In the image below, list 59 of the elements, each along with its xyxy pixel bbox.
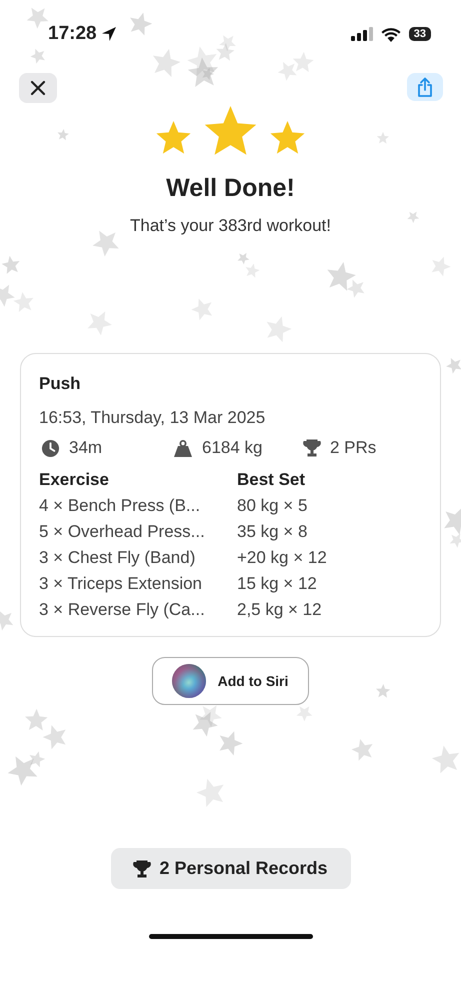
confetti-star [376, 132, 389, 144]
confetti-star [0, 284, 15, 307]
title: Well Done! [166, 174, 295, 203]
confetti-star [432, 746, 460, 774]
table-cell-text: 15 kg × 12 [237, 574, 318, 594]
personal-records-button[interactable]: 2 Personal Records [110, 848, 350, 889]
location-arrow-icon [100, 26, 117, 42]
table-cell-text: 3 × Reverse Fly (Ca... [39, 600, 206, 620]
confetti-star [296, 706, 312, 722]
share-icon [417, 77, 433, 97]
confetti-star [42, 725, 66, 750]
confetti-star [219, 35, 236, 52]
battery-level: 33 [408, 27, 431, 41]
table-cell-text: 5 × Overhead Press... [39, 522, 206, 542]
status-time: 17:28 [48, 23, 97, 45]
confetti-star [407, 212, 420, 224]
wifi-icon [380, 26, 401, 42]
weight-icon [173, 440, 193, 456]
confetti-star [30, 48, 45, 64]
trophy-icon [303, 439, 321, 457]
stat-value: 2 PRs [330, 438, 376, 458]
signal-icon [350, 27, 373, 41]
confetti-star [153, 48, 180, 77]
close-icon [30, 80, 46, 96]
confetti-star [13, 292, 34, 312]
confetti-star [220, 731, 243, 756]
table-cell-text: 3 × Triceps Extension [39, 574, 204, 594]
share-button[interactable] [407, 73, 443, 101]
column-header: Exercise [39, 470, 110, 490]
column-header: Best Set [237, 470, 306, 490]
confetti-star [0, 610, 14, 631]
confetti-star [25, 708, 48, 731]
confetti-star [130, 12, 152, 36]
confetti-star [192, 712, 218, 737]
clock-icon [41, 438, 60, 458]
confetti-star [246, 264, 260, 278]
trophy-icon [133, 860, 152, 878]
workout-date: 16:53, Thursday, 13 Mar 2025 [39, 408, 266, 428]
close-button[interactable] [19, 73, 57, 103]
table-cell-text: 4 × Bench Press (B... [39, 496, 202, 516]
siri-orb-icon [172, 664, 206, 698]
stat-value: 6184 kg [202, 438, 262, 458]
confetti-star [58, 128, 69, 140]
table-cell-text: +20 kg × 12 [237, 548, 328, 568]
confetti-star [92, 230, 119, 257]
confetti-star [446, 358, 461, 374]
table-cell-text: 80 kg × 5 [237, 496, 308, 516]
confetti-star [376, 684, 390, 698]
confetti-star [26, 8, 48, 29]
confetti-star [2, 256, 20, 274]
workout-name: Push [39, 374, 82, 394]
confetti-star [238, 252, 250, 264]
confetti-star [352, 739, 373, 761]
table-cell-text: 3 × Chest Fly (Band) [39, 548, 196, 568]
stat-value: 34m [69, 438, 102, 458]
add-to-siri-button[interactable]: Add to Siri [152, 657, 310, 705]
table-cell-text: 2,5 kg × 12 [237, 600, 323, 620]
subtitle: That’s your 383rd workout! [130, 216, 331, 236]
table-cell-text: 35 kg × 8 [237, 522, 308, 542]
